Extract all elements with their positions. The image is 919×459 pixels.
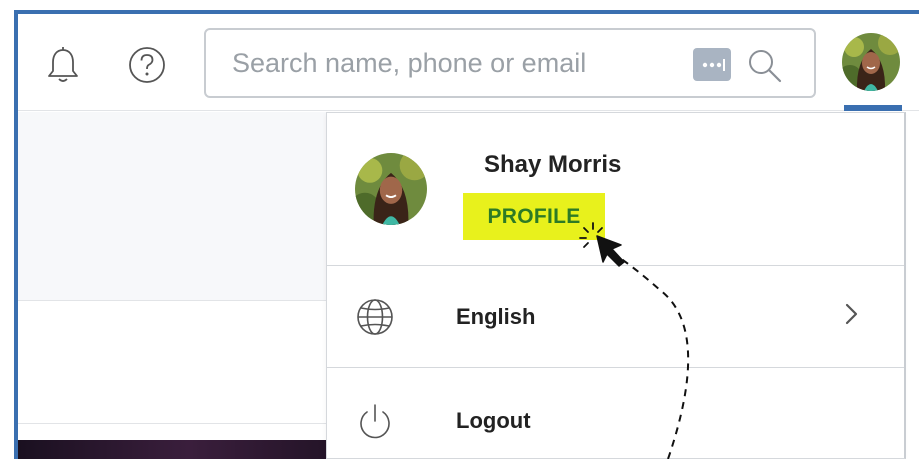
menu-item-label: English bbox=[456, 304, 536, 329]
menu-item-label: Logout bbox=[456, 408, 531, 433]
search-icon[interactable] bbox=[746, 47, 784, 85]
search-input[interactable] bbox=[232, 44, 672, 82]
user-avatar-button[interactable] bbox=[842, 33, 900, 91]
avatar-image bbox=[355, 153, 427, 225]
user-name: Shay Morris bbox=[484, 151, 622, 178]
content-panel bbox=[18, 112, 328, 300]
chevron-right-icon bbox=[845, 303, 858, 325]
divider bbox=[18, 423, 328, 424]
media-preview-strip bbox=[18, 440, 328, 459]
divider bbox=[18, 300, 328, 301]
avatar bbox=[355, 153, 427, 225]
menu-item-logout[interactable]: Logout bbox=[327, 368, 904, 459]
profile-label: PROFILE bbox=[487, 204, 581, 228]
avatar bbox=[842, 33, 900, 91]
globe-icon bbox=[357, 299, 393, 335]
app-frame: Shay Morris PROFILE English L bbox=[0, 0, 919, 459]
user-menu-dropdown: Shay Morris PROFILE English Logout bbox=[326, 112, 906, 459]
bell-icon bbox=[48, 47, 78, 82]
frame-border bbox=[14, 10, 18, 459]
top-header bbox=[18, 14, 919, 111]
power-icon bbox=[360, 404, 390, 439]
frame-border bbox=[14, 10, 919, 14]
search-box bbox=[204, 28, 816, 98]
more-dots-icon bbox=[702, 58, 725, 71]
active-indicator bbox=[844, 105, 902, 111]
help-icon bbox=[129, 47, 165, 83]
help-button[interactable] bbox=[124, 42, 170, 88]
notifications-button[interactable] bbox=[40, 42, 86, 88]
profile-link[interactable]: PROFILE bbox=[463, 193, 605, 240]
search-options-button[interactable] bbox=[693, 48, 731, 81]
menu-item-language[interactable]: English bbox=[327, 266, 904, 366]
